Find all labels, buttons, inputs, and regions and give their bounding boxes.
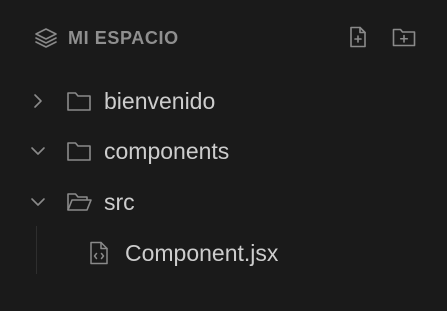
tree-item-component-jsx[interactable]: Component.jsx: [0, 228, 447, 278]
tree-item-label: components: [104, 138, 230, 164]
new-file-button[interactable]: [346, 26, 370, 53]
tree-item-src[interactable]: src: [0, 177, 447, 227]
explorer-title: MI ESPACIO: [68, 27, 179, 48]
folder-plus-icon: [392, 27, 416, 52]
file-plus-icon: [348, 26, 368, 53]
indent-guide: [36, 226, 37, 274]
tree-item-label: Component.jsx: [125, 240, 279, 266]
jsx-file-icon: [89, 241, 109, 265]
explorer-title-group: MI ESPACIO: [34, 26, 179, 50]
folder-open-icon: [66, 190, 92, 214]
tree-item-bienvenido[interactable]: bienvenido: [0, 76, 447, 126]
layers-icon: [34, 27, 58, 49]
chevron-down-icon: [29, 142, 47, 160]
folder-icon: [66, 89, 92, 113]
chevron-down-icon: [29, 193, 47, 211]
tree-item-components[interactable]: components: [0, 126, 447, 176]
explorer-panel: MI ESPACIO bienvenido components src Com…: [0, 0, 447, 311]
tree-item-label: bienvenido: [104, 88, 216, 114]
explorer-header: MI ESPACIO: [0, 20, 447, 56]
new-folder-button[interactable]: [392, 27, 416, 51]
chevron-right-icon: [29, 92, 47, 110]
tree-item-label: src: [104, 189, 135, 215]
folder-icon: [66, 139, 92, 163]
